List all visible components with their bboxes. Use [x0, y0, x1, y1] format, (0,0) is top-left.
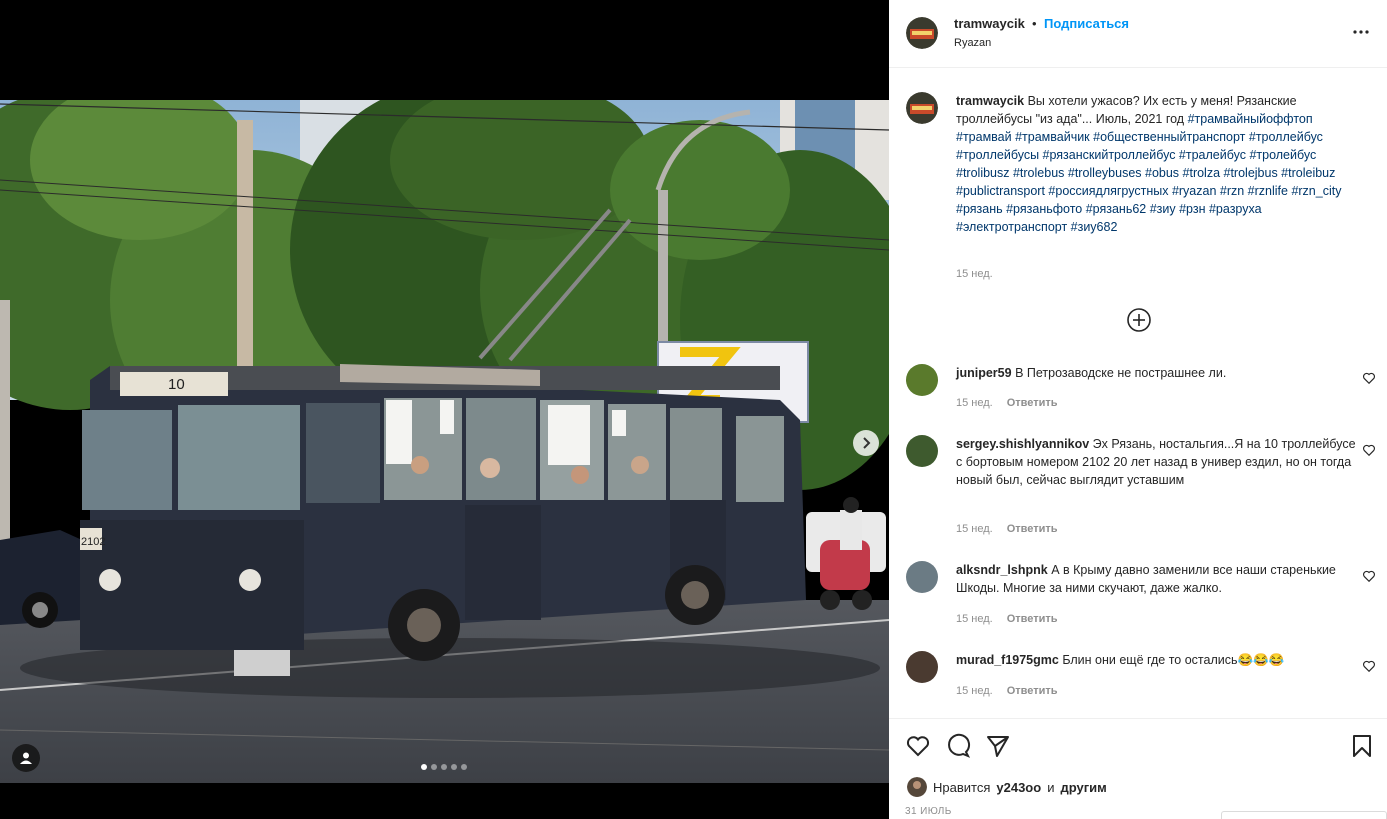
- caption-author-avatar[interactable]: [906, 92, 938, 124]
- comment-meta: 15 нед. Ответить: [956, 523, 1058, 535]
- media-pane: 10 2102: [0, 0, 889, 819]
- comment-text: murad_f1975gmc Блин они ещё где то остал…: [956, 651, 1356, 669]
- more-horizontal-icon[interactable]: [1351, 24, 1371, 40]
- carousel-dot: [461, 764, 467, 770]
- comment-body: В Петрозаводске не пострашнее ли.: [1015, 366, 1227, 380]
- add-comment-input[interactable]: [1221, 811, 1387, 819]
- trolleybus-photo: 10 2102: [0, 100, 889, 783]
- comment-text: juniper59 В Петрозаводске не пострашнее …: [956, 364, 1356, 382]
- heart-icon[interactable]: [1362, 659, 1376, 673]
- author-username[interactable]: tramwaycik: [954, 16, 1025, 31]
- likes-others-link[interactable]: другим: [1060, 780, 1106, 795]
- commenter-avatar[interactable]: [906, 561, 938, 593]
- bookmark-icon[interactable]: [1349, 733, 1375, 759]
- post-sidebar: tramwaycik • Подписаться Ryazan tramwayc…: [889, 0, 1387, 819]
- commenter-avatar[interactable]: [906, 651, 938, 683]
- likes-and: и: [1047, 779, 1055, 795]
- carousel-dot: [441, 764, 447, 770]
- reply-button[interactable]: Ответить: [1007, 685, 1058, 697]
- route-number-sign: 10: [168, 376, 185, 393]
- carousel-dot: [431, 764, 437, 770]
- reply-button[interactable]: Ответить: [1007, 523, 1058, 535]
- carousel-dot: [421, 764, 427, 770]
- comment-icon[interactable]: [945, 733, 971, 759]
- caption-username[interactable]: tramwaycik: [956, 94, 1024, 108]
- fleet-number-plate: 2102: [81, 536, 105, 548]
- commenter-username[interactable]: juniper59: [956, 366, 1012, 380]
- reply-button[interactable]: Ответить: [1007, 397, 1058, 409]
- comment-meta: 15 нед. Ответить: [956, 685, 1058, 697]
- commenter-username[interactable]: murad_f1975gmc: [956, 653, 1059, 667]
- caption-timestamp[interactable]: 15 нед.: [956, 268, 993, 280]
- comment-time[interactable]: 15 нед.: [956, 523, 993, 535]
- carousel-indicator: [421, 764, 467, 770]
- post-date[interactable]: 31 ИЮЛЬ: [905, 806, 952, 817]
- chevron-right-icon: [863, 437, 871, 449]
- heart-icon[interactable]: [905, 733, 931, 759]
- follow-button[interactable]: Подписаться: [1044, 16, 1129, 31]
- comment-time[interactable]: 15 нед.: [956, 613, 993, 625]
- post-photo[interactable]: 10 2102: [0, 100, 889, 783]
- comment-meta: 15 нед. Ответить: [956, 613, 1058, 625]
- caption-hashtags[interactable]: #трамвайныйоффтоп #трамвай #трамвайчик #…: [956, 112, 1341, 234]
- paper-plane-icon[interactable]: [985, 733, 1011, 759]
- carousel-dot: [451, 764, 457, 770]
- commenter-avatar[interactable]: [906, 364, 938, 396]
- plus-circle-icon[interactable]: [1126, 307, 1152, 333]
- author-avatar[interactable]: [906, 17, 938, 49]
- post-header: tramwaycik • Подписаться Ryazan: [889, 0, 1387, 68]
- tagged-users-button[interactable]: [12, 744, 40, 772]
- liker-avatar[interactable]: [907, 777, 927, 797]
- comment-text: sergey.shishlyannikov Эх Рязань, носталь…: [956, 435, 1356, 489]
- heart-icon[interactable]: [1362, 371, 1376, 385]
- user-tag-icon: [20, 752, 32, 764]
- comment-time[interactable]: 15 нед.: [956, 397, 993, 409]
- comment-body: Блин они ещё где то остались😂😂😂: [1062, 653, 1285, 667]
- reply-button[interactable]: Ответить: [1007, 613, 1058, 625]
- post-location[interactable]: Ryazan: [954, 37, 991, 49]
- heart-icon[interactable]: [1362, 443, 1376, 457]
- caption-text: tramwaycik Вы хотели ужасов? Их есть у м…: [956, 92, 1368, 236]
- next-slide-button[interactable]: [853, 430, 879, 456]
- likes-prefix: Нравится: [933, 779, 991, 795]
- commenter-username[interactable]: alksndr_lshpnk: [956, 563, 1048, 577]
- commenter-avatar[interactable]: [906, 435, 938, 467]
- commenter-username[interactable]: sergey.shishlyannikov: [956, 437, 1089, 451]
- likes-summary: Нравится y243oo и другим: [907, 777, 1107, 797]
- post-actions: Нравится y243oo и другим 31 ИЮЛЬ: [889, 718, 1387, 819]
- comment-meta: 15 нед. Ответить: [956, 397, 1058, 409]
- header-separator: •: [1032, 16, 1037, 31]
- instagram-post-view: 10 2102 tramwaycik • Подписаться Ryazan …: [0, 0, 1387, 819]
- comment-time[interactable]: 15 нед.: [956, 685, 993, 697]
- heart-icon[interactable]: [1362, 569, 1376, 583]
- liker-username[interactable]: y243oo: [996, 780, 1041, 795]
- comment-text: alksndr_lshpnk А в Крыму давно заменили …: [956, 561, 1356, 597]
